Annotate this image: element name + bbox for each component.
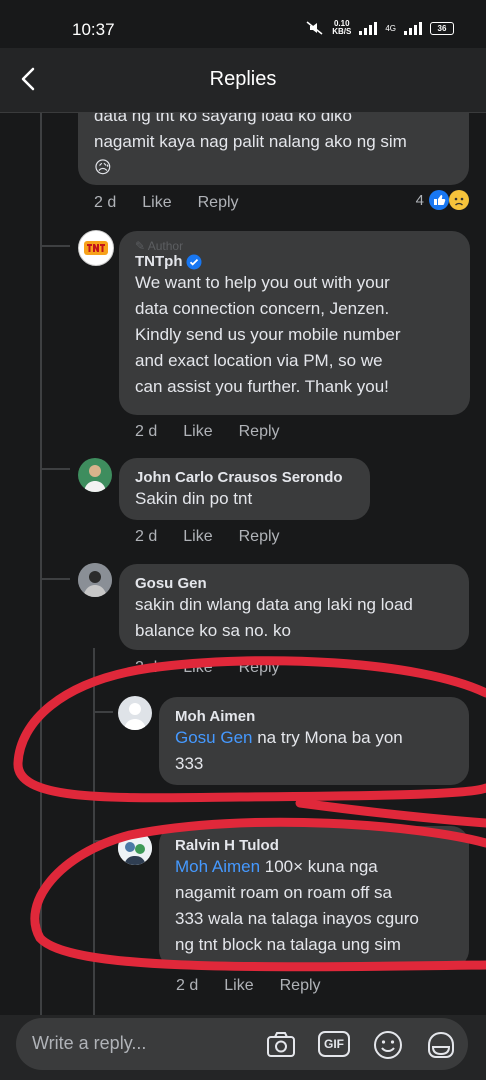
network-speed: 0.10 KB/S — [332, 19, 352, 36]
status-time: 10:37 — [72, 20, 115, 39]
network-type: 4G — [385, 23, 396, 33]
reply-composer: Write a reply... GIF — [0, 1015, 486, 1080]
reply-input[interactable]: Write a reply... GIF — [16, 1018, 468, 1070]
signal-icon-2 — [404, 21, 422, 35]
app-header: Replies — [0, 48, 486, 113]
replies-thread[interactable]: data ng tnt ko sayang load ko diko nagam… — [0, 113, 486, 1015]
page-title: Replies — [209, 68, 277, 90]
signal-icon — [359, 21, 378, 35]
sticker-icon[interactable] — [424, 1028, 458, 1062]
camera-icon[interactable] — [264, 1028, 298, 1062]
emoji-icon[interactable] — [371, 1028, 405, 1062]
battery-icon: 36 — [430, 21, 454, 35]
gif-icon[interactable]: GIF — [318, 1031, 350, 1057]
mute-icon — [306, 21, 323, 35]
status-bar: 10:37 0.10 KB/S 4G 36 — [0, 0, 486, 48]
red-annotation-circles — [13, 656, 486, 972]
reply-placeholder: Write a reply... — [32, 1033, 147, 1053]
